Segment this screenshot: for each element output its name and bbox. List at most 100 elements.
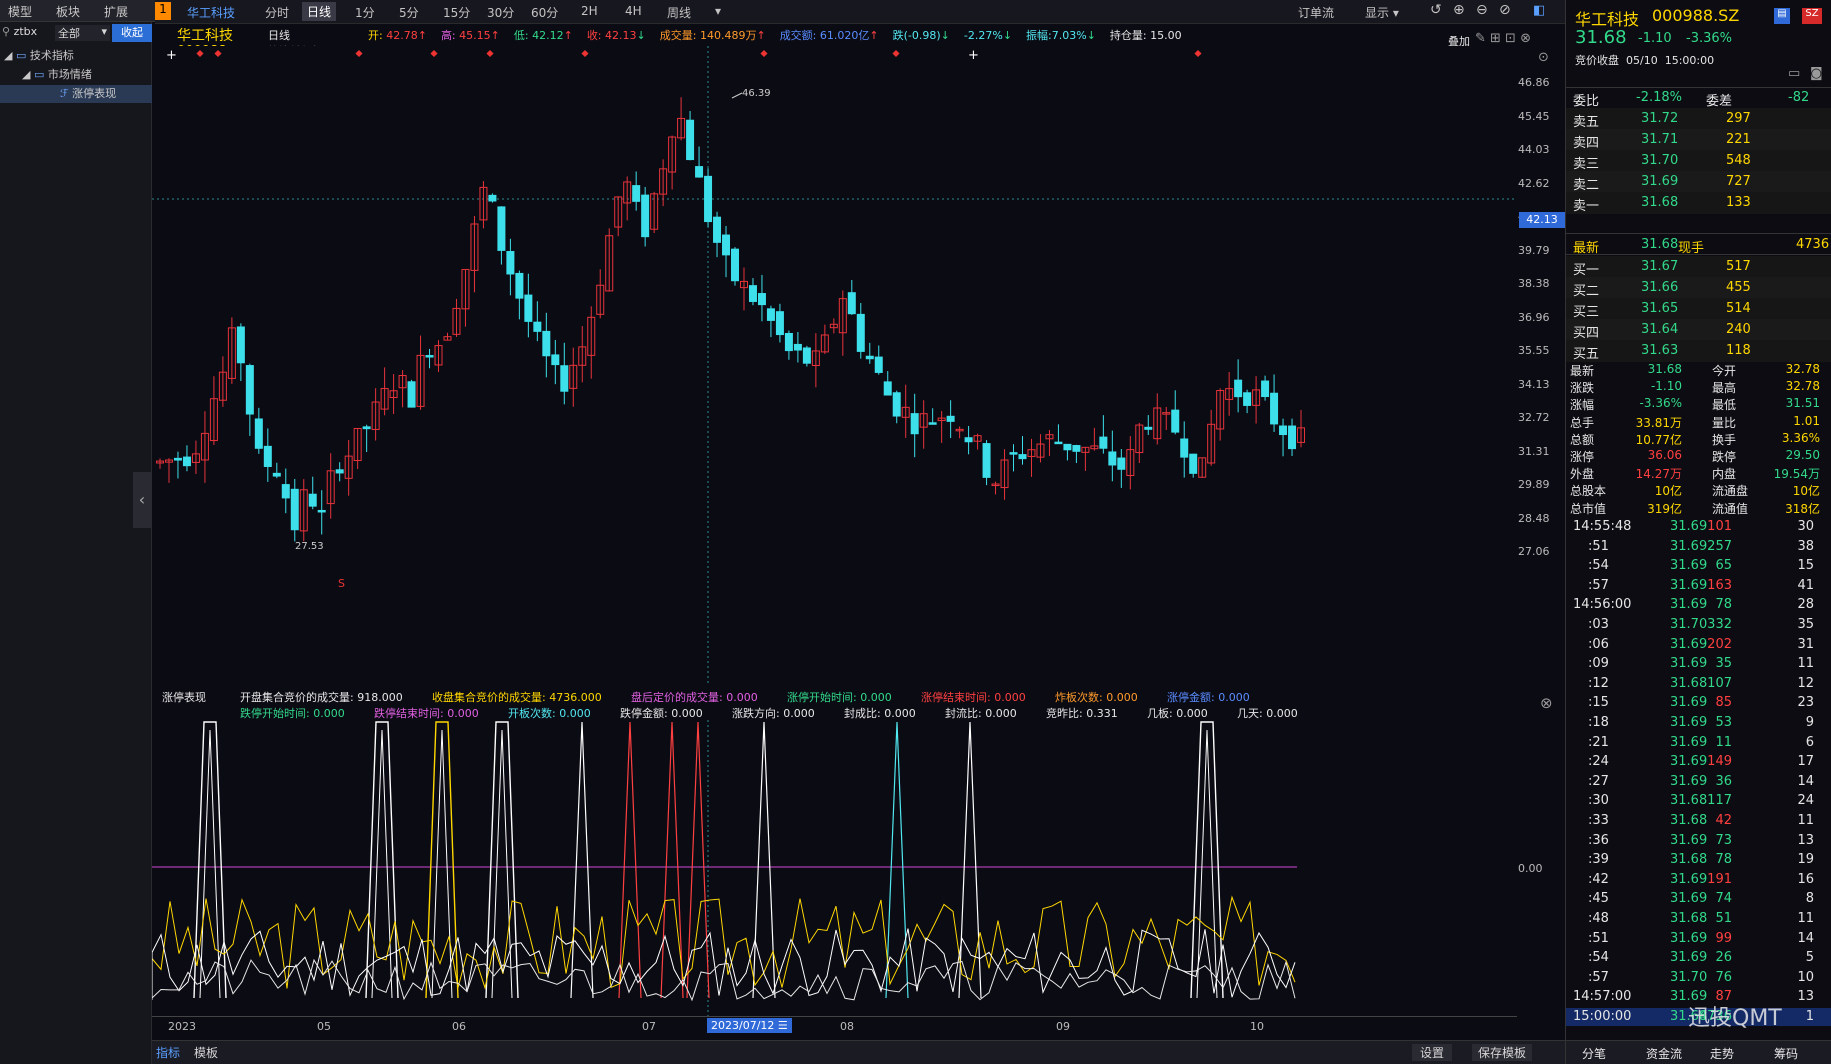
tick-time: 15:00:00 bbox=[1573, 1009, 1632, 1024]
ask-label: 卖三 bbox=[1573, 157, 1600, 172]
order-flow-button[interactable]: 订单流 bbox=[1298, 4, 1334, 21]
menu-extend[interactable]: 扩展 bbox=[104, 3, 128, 20]
quote-tab[interactable]: 分笔 bbox=[1582, 1045, 1606, 1062]
candle-body bbox=[757, 293, 766, 306]
close-icon[interactable]: ⊗ bbox=[1520, 31, 1531, 46]
candle-body bbox=[515, 272, 524, 299]
tick-time: :57 bbox=[1588, 969, 1609, 985]
tick-count: 13 bbox=[1797, 989, 1814, 1005]
candle-body bbox=[856, 313, 865, 352]
user-icon[interactable]: ◙ bbox=[1810, 66, 1823, 81]
price-tag: 42.13 bbox=[1519, 212, 1565, 228]
chevron-left-icon[interactable]: ‹ bbox=[133, 472, 151, 528]
tick-price: 31.69 bbox=[1670, 930, 1708, 946]
period-30m[interactable]: 30分 bbox=[487, 4, 514, 21]
menu-sector[interactable]: 板块 bbox=[56, 3, 80, 20]
period-5m[interactable]: 5分 bbox=[399, 4, 419, 21]
quote-tab[interactable]: 走势 bbox=[1710, 1045, 1734, 1062]
price-axis-label: 45.45 bbox=[1518, 109, 1550, 123]
candle-body bbox=[1063, 443, 1072, 451]
tick-time: :36 bbox=[1588, 832, 1609, 848]
candle-body bbox=[802, 347, 811, 364]
tick-time: :54 bbox=[1588, 950, 1609, 966]
tick-count: 14 bbox=[1797, 773, 1814, 789]
tick-time: :39 bbox=[1588, 852, 1609, 868]
tab-template[interactable]: 模板 bbox=[194, 1044, 218, 1061]
undo-icon[interactable]: ↺ bbox=[1430, 2, 1442, 18]
ask-row: 卖五 31.72 297 bbox=[1566, 108, 1831, 130]
time-axis-label: 07 bbox=[642, 1020, 656, 1033]
chat-icon[interactable]: ▭ bbox=[1788, 66, 1800, 81]
ask-row: 卖三 31.70 548 bbox=[1566, 150, 1831, 172]
scope-select[interactable]: 全部 ▾ bbox=[55, 25, 110, 41]
period-weekly[interactable]: 周线 bbox=[667, 4, 691, 21]
period-daily[interactable]: 日线 bbox=[302, 2, 337, 21]
indicator-value: 开板次数: 0.000 bbox=[508, 707, 591, 720]
tick-row: :15 31.69 85 23 bbox=[1566, 694, 1831, 712]
search-input[interactable]: ⚲ ztbx bbox=[2, 25, 52, 41]
time-cursor-label: 2023/07/12 ☰ bbox=[707, 1018, 792, 1033]
period-15m[interactable]: 15分 bbox=[443, 4, 470, 21]
tab-indicator[interactable]: 指标 bbox=[156, 1044, 180, 1061]
settings-button[interactable]: 设置 bbox=[1412, 1044, 1453, 1061]
zoom-out-icon[interactable]: ⊖ bbox=[1476, 2, 1488, 18]
indicator-chart[interactable] bbox=[152, 720, 1517, 1016]
candlestick-chart[interactable]: + +46.39 27.53 S bbox=[152, 46, 1517, 686]
tick-price: 31.69 bbox=[1670, 832, 1708, 848]
menu-model[interactable]: 模型 bbox=[8, 3, 32, 20]
ask-row: 卖一 31.68 133 bbox=[1566, 192, 1831, 214]
quote-tab[interactable]: 资金流 bbox=[1646, 1045, 1682, 1062]
period-minute[interactable]: 分时 bbox=[265, 4, 289, 21]
period-1m[interactable]: 1分 bbox=[355, 4, 375, 21]
candle-body bbox=[254, 418, 263, 449]
period-2h[interactable]: 2H bbox=[581, 4, 598, 18]
zoom-in-icon[interactable]: ⊕ bbox=[1453, 2, 1465, 18]
candle-body bbox=[173, 457, 182, 461]
close-indicator-icon[interactable]: ⊗ bbox=[1540, 694, 1553, 712]
market-badge: SZ bbox=[1802, 8, 1822, 24]
quote-tab[interactable]: 筹码 bbox=[1774, 1045, 1798, 1062]
indicator-icon: ℱ bbox=[60, 87, 69, 100]
candle-body bbox=[874, 356, 883, 373]
period-4h[interactable]: 4H bbox=[625, 4, 642, 18]
indicator-value: 盘后定价的成交量: 0.000 bbox=[631, 691, 758, 704]
chart-tool-icons[interactable]: ✎ ⊞ ⊡ ⊗ bbox=[1475, 31, 1531, 46]
tick-time: :06 bbox=[1588, 636, 1609, 652]
tick-row: :27 31.69 36 14 bbox=[1566, 773, 1831, 791]
indicator-value: 几天: 0.000 bbox=[1237, 707, 1298, 720]
tick-count: 11 bbox=[1797, 656, 1814, 672]
stat-row: 外盘 14.27万 内盘 19.54万 bbox=[1566, 465, 1831, 482]
tick-price: 31.69 bbox=[1670, 773, 1708, 789]
tick-time: :24 bbox=[1588, 754, 1609, 770]
tick-price: 31.70 bbox=[1670, 617, 1708, 632]
settings-icon[interactable]: ⊘ bbox=[1499, 2, 1511, 18]
plus-marker: + bbox=[968, 48, 979, 63]
layout-icon[interactable]: ◧ bbox=[1533, 3, 1545, 18]
tick-price: 31.68 bbox=[1670, 793, 1708, 809]
stat-value: 10.77亿 bbox=[1635, 432, 1682, 447]
tick-time: :54 bbox=[1588, 558, 1609, 574]
tick-row: :24 31.69 149 17 bbox=[1566, 753, 1831, 771]
chevron-down-icon[interactable]: ▾ bbox=[715, 4, 721, 18]
tree-limitup-performance[interactable]: ℱ 涨停表现 bbox=[0, 85, 152, 103]
display-menu[interactable]: 显示 ▾ bbox=[1365, 4, 1399, 21]
tick-count: 1 bbox=[1805, 1009, 1814, 1024]
stock-tab[interactable]: 华工科技 bbox=[187, 4, 235, 21]
candle-body bbox=[1009, 452, 1018, 455]
candle-body bbox=[542, 330, 551, 357]
candle-body bbox=[1171, 409, 1180, 433]
stat-label: 涨停 bbox=[1570, 450, 1595, 464]
save-template-button[interactable]: 保存模板 bbox=[1472, 1044, 1533, 1061]
candle-body bbox=[1243, 392, 1252, 406]
chevron-right-icon[interactable]: ⊙ bbox=[1538, 50, 1549, 65]
stat-value: 29.50 bbox=[1785, 448, 1820, 462]
tick-row: :48 31.68 51 11 bbox=[1566, 910, 1831, 928]
time-axis: 2023 05 06 07 08 09 10 2023/07/12 ☰ bbox=[152, 1016, 1517, 1034]
candle-body bbox=[982, 443, 991, 478]
collapse-button[interactable]: 收起 bbox=[112, 24, 152, 42]
tree-market-sentiment[interactable]: ◢ ▭ 市场情绪 bbox=[0, 66, 152, 84]
tick-volume: 332 bbox=[1707, 617, 1732, 632]
tree-tech-indicators[interactable]: ◢ ▭ 技术指标 bbox=[0, 47, 152, 65]
period-60m[interactable]: 60分 bbox=[531, 4, 558, 21]
tick-price: 31.69 bbox=[1670, 891, 1708, 907]
